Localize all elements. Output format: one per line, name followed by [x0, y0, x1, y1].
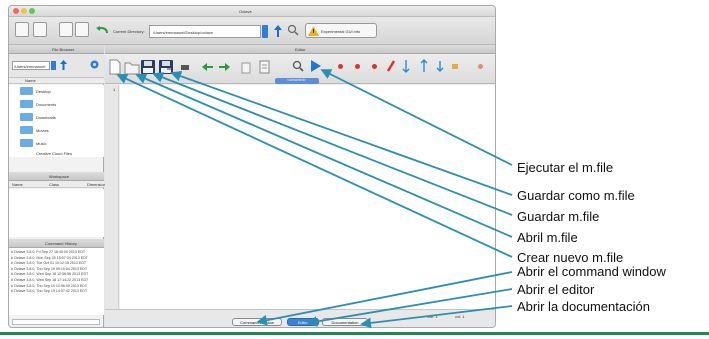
arrow-crear [116, 73, 513, 258]
arrow-abrir [135, 73, 513, 238]
label-guardar: Guardar m.file [517, 209, 600, 224]
arrow-guardar-como [170, 70, 513, 196]
arrow-guardar [152, 72, 513, 216]
label-documentacion: Abrir la documentación [517, 299, 650, 314]
footer-rule [0, 332, 709, 335]
arrow-documentacion [360, 305, 513, 329]
arrow-command-window [256, 271, 513, 326]
annotated-screenshot: Octave Current Directory: /Users/emmanue… [0, 0, 709, 339]
label-crear: Crear nuevo m.file [517, 250, 624, 265]
label-command-window: Abrir el command window [517, 264, 666, 279]
label-ejecutar: Ejecutar el m.file [517, 160, 614, 175]
label-guardar-como: Guardar como m.file [517, 188, 635, 203]
label-editor: Abrir el editor [517, 282, 595, 297]
label-abrir: Abril m.file [517, 230, 578, 245]
